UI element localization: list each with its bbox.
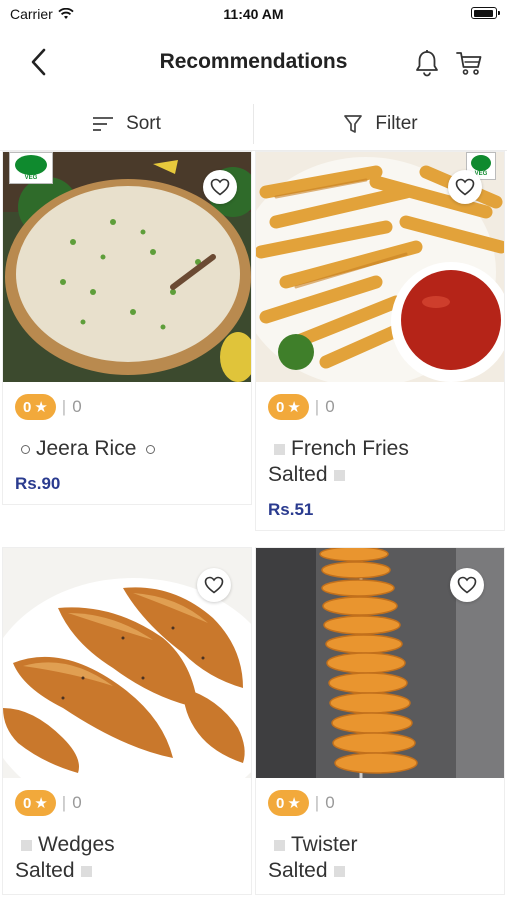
filter-label: Filter	[375, 113, 418, 134]
battery-icon	[471, 7, 500, 19]
product-name: Twister Salted	[268, 832, 492, 884]
product-price: Rs.90	[15, 474, 61, 493]
french-fries-image: VEG	[256, 152, 504, 382]
square-icon	[274, 443, 285, 455]
star-icon: ★	[34, 795, 48, 812]
product-name-line1: Wedges	[38, 833, 115, 856]
star-icon: ★	[287, 399, 301, 416]
product-name-line2: Salted	[268, 463, 328, 486]
wishlist-button[interactable]	[450, 568, 484, 602]
square-icon	[333, 865, 345, 877]
cart-button[interactable]	[452, 46, 486, 80]
product-price: Rs.51	[268, 500, 314, 519]
review-count: 0	[72, 397, 82, 416]
heart-icon	[204, 576, 224, 594]
twister-image	[256, 548, 504, 778]
rating-badge: 0 ★	[268, 394, 309, 420]
product-name: Jeera Rice	[15, 436, 239, 462]
rating-row: 0 ★ | 0	[268, 790, 492, 816]
product-card[interactable]: VEG 0 ★ | 0 French Fries Salted Rs.51	[255, 151, 505, 531]
sort-label: Sort	[126, 113, 161, 134]
rating-badge: 0 ★	[15, 790, 56, 816]
square-icon	[274, 839, 285, 851]
star-icon: ★	[287, 795, 301, 812]
wishlist-button[interactable]	[448, 170, 482, 204]
rating-separator: |	[314, 397, 320, 416]
wishlist-button[interactable]	[203, 170, 237, 204]
rating-value: 0	[276, 794, 285, 812]
review-count: 0	[325, 793, 335, 812]
wishlist-button[interactable]	[197, 568, 231, 602]
veg-badge: VEG	[9, 152, 53, 184]
app-header: Recommendations	[0, 28, 507, 98]
product-name-line2: Salted	[15, 859, 75, 882]
product-name: Wedges Salted	[15, 832, 239, 884]
cart-icon	[456, 52, 482, 75]
back-button[interactable]	[20, 44, 56, 80]
square-icon	[21, 839, 32, 851]
circle-icon	[21, 444, 30, 454]
filter-icon	[344, 115, 363, 133]
sort-icon	[93, 117, 114, 131]
rating-row: 0 ★ | 0	[268, 394, 492, 420]
square-icon	[333, 469, 345, 481]
rating-row: 0 ★ | 0	[15, 394, 239, 420]
status-bar: Carrier 11:40 AM	[0, 0, 507, 28]
rating-separator: |	[314, 793, 320, 812]
product-name-line2: Salted	[268, 859, 328, 882]
notifications-button[interactable]	[410, 46, 444, 80]
rating-badge: 0 ★	[15, 394, 56, 420]
product-name-line1: Jeera Rice	[36, 437, 137, 460]
rating-value: 0	[23, 794, 32, 812]
heart-icon	[210, 178, 230, 196]
bell-icon	[416, 50, 438, 77]
chevron-left-icon	[31, 48, 46, 76]
jeera-rice-image: VEG	[3, 152, 251, 382]
product-name: French Fries Salted	[268, 436, 492, 488]
rating-value: 0	[23, 398, 32, 416]
rating-row: 0 ★ | 0	[15, 790, 239, 816]
review-count: 0	[325, 397, 335, 416]
product-card[interactable]: 0 ★ | 0 Twister Salted	[255, 547, 505, 895]
circle-icon	[146, 444, 156, 454]
status-time: 11:40 AM	[223, 6, 284, 22]
product-name-line1: French Fries	[291, 437, 409, 460]
rating-separator: |	[61, 397, 67, 416]
star-icon: ★	[34, 399, 48, 416]
filter-button[interactable]: Filter	[254, 98, 507, 150]
wedges-image	[3, 548, 251, 778]
heart-icon	[457, 576, 477, 594]
product-card[interactable]: 0 ★ | 0 Wedges Salted	[2, 547, 252, 895]
sort-filter-bar: Sort Filter	[0, 98, 507, 151]
rating-badge: 0 ★	[268, 790, 309, 816]
rating-value: 0	[276, 398, 285, 416]
sort-button[interactable]: Sort	[0, 98, 253, 150]
product-card[interactable]: VEG 0 ★ | 0 Jeera Rice Rs.90	[2, 151, 252, 505]
product-name-line1: Twister	[291, 833, 358, 856]
rating-separator: |	[61, 793, 67, 812]
heart-icon	[455, 178, 475, 196]
review-count: 0	[72, 793, 82, 812]
square-icon	[80, 865, 92, 877]
